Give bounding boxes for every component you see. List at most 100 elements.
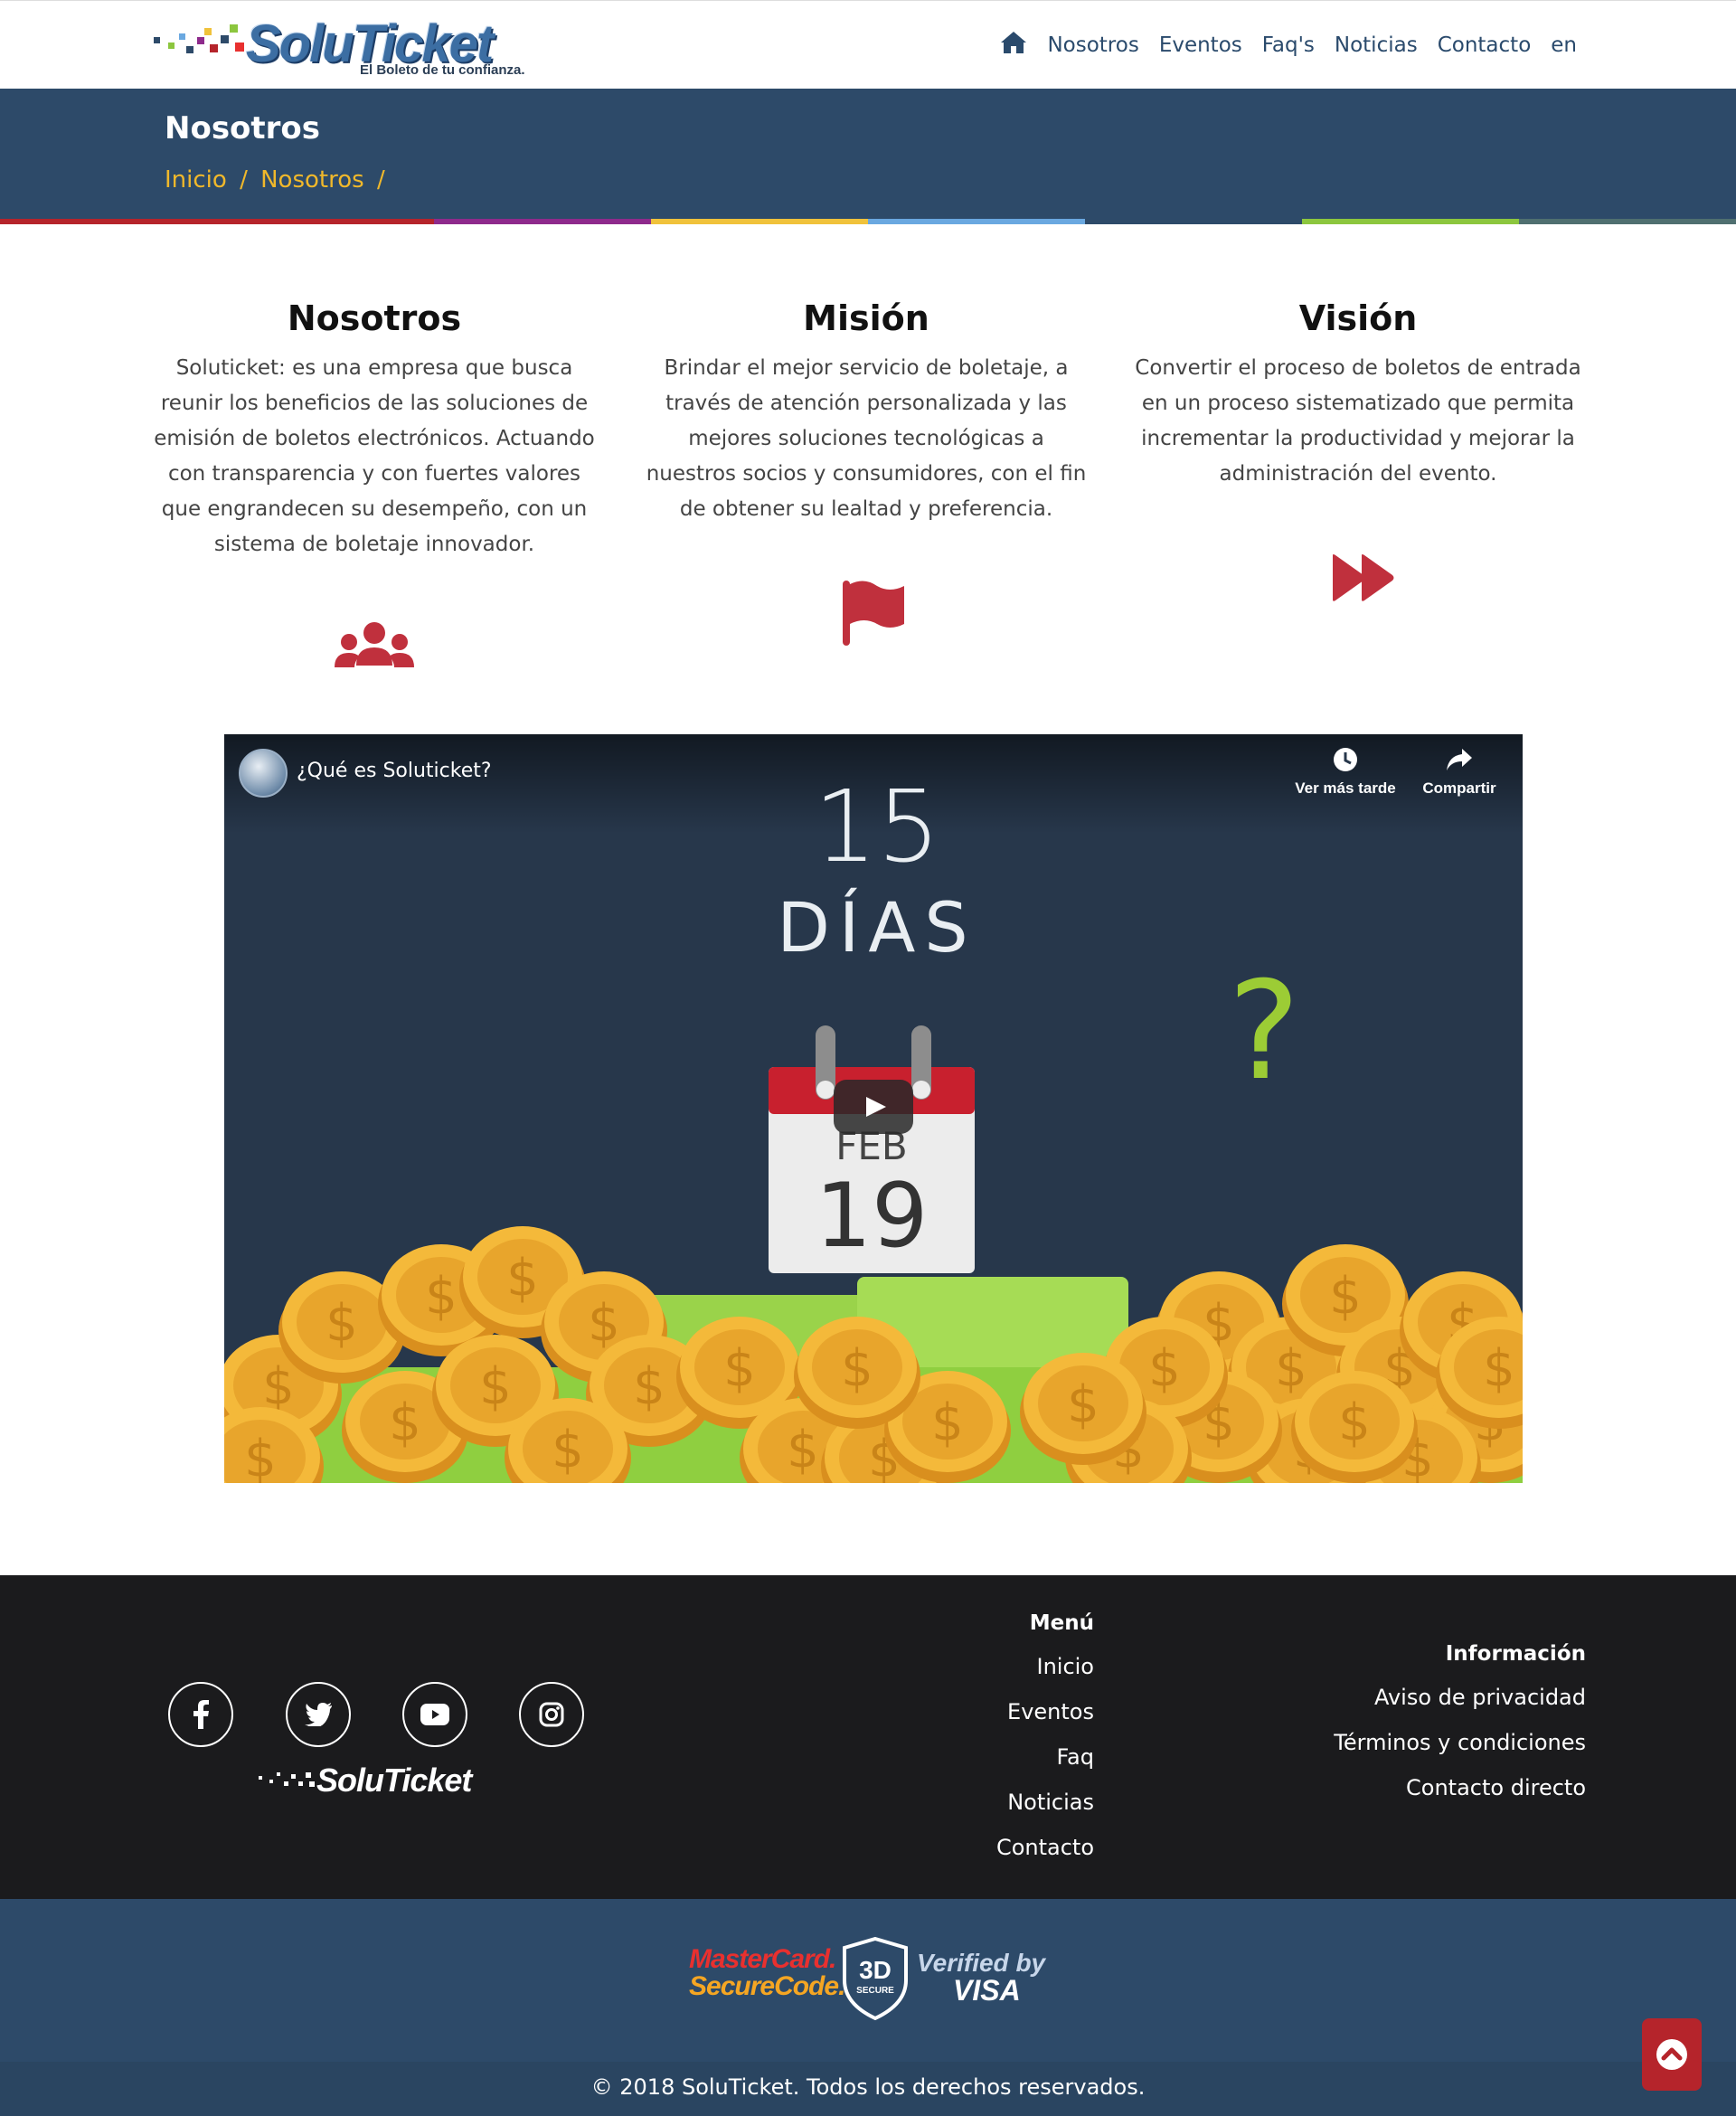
video-title[interactable]: ¿Qué es Soluticket? — [297, 760, 492, 782]
vision-text: Convertir el proceso de boletos de entra… — [1135, 356, 1581, 486]
mastercard-securecode-logo: MasterCard. SecureCode. — [689, 1944, 845, 2001]
stripe-segment — [434, 219, 651, 224]
video-player[interactable]: 15 DÍAS ? FEB 19 $ $ $ $ $ $ $ $ $ $ $ $ $ $ $ $ $ $ $ $ $ $ $… — [224, 734, 1523, 1483]
scene-days-word: DÍAS — [777, 887, 976, 968]
scene-question-mark: ? — [1228, 953, 1300, 1110]
coin-graphic: $ — [1067, 1375, 1099, 1434]
page-banner: Nosotros Inicio / Nosotros / — [0, 89, 1736, 224]
copyright-bar: © 2018 SoluTicket. Todos los derechos re… — [0, 2062, 1736, 2116]
about-text: Soluticket: es una empresa que busca reu… — [154, 356, 595, 556]
footer-logo-pixels — [259, 1772, 315, 1787]
facebook-icon[interactable] — [168, 1682, 233, 1747]
language-switch[interactable]: en — [1551, 33, 1577, 57]
copyright-text: © 2018 SoluTicket. Todos los derechos re… — [590, 2074, 1146, 2100]
verified-by-visa-logo: Verified by VISA — [917, 1949, 1046, 2007]
coin-graphic: $ — [326, 1294, 358, 1353]
stripe-segment — [651, 219, 868, 224]
coin-graphic: $ — [425, 1267, 458, 1326]
stripe-segment — [1519, 219, 1736, 224]
flag-icon — [843, 581, 904, 646]
footer-link-privacy[interactable]: Aviso de privacidad — [1334, 1675, 1586, 1720]
page-title: Nosotros — [165, 110, 321, 146]
scene-days-number: 15 — [814, 769, 940, 884]
coin-graphic: $ — [389, 1393, 421, 1452]
fast-forward-icon — [1333, 554, 1394, 601]
breadcrumb-current[interactable]: Nosotros — [260, 166, 364, 194]
footer-link-noticias[interactable]: Noticias — [996, 1780, 1094, 1825]
footer-info: Información Aviso de privacidad Términos… — [1334, 1642, 1586, 1810]
share-icon — [1447, 749, 1472, 770]
footer-link-inicio[interactable]: Inicio — [996, 1644, 1094, 1689]
play-button[interactable] — [834, 1080, 913, 1134]
nav-faqs[interactable]: Faq's — [1262, 33, 1315, 57]
youtube-icon[interactable] — [402, 1682, 467, 1747]
share-label: Compartir — [1422, 779, 1496, 797]
mission-text: Brindar el mejor servicio de boletaje, a… — [646, 356, 1087, 521]
3d-label: 3D — [859, 1956, 892, 1984]
footer-logo-text: SoluTicket — [316, 1762, 472, 1799]
secure-label: SECURE — [856, 1986, 894, 1996]
top-navbar: SoluTicket El Boleto de tu confianza. No… — [0, 0, 1736, 89]
clock-icon — [1334, 748, 1357, 771]
stripe-segment — [1302, 219, 1519, 224]
breadcrumb-separator: / — [376, 166, 385, 194]
payment-badges: MasterCard. SecureCode. 3D SECURE Verifi… — [0, 1899, 1736, 2062]
footer-link-direct-contact[interactable]: Contacto directo — [1334, 1765, 1586, 1810]
coin-graphic: $ — [1483, 1339, 1515, 1398]
watch-later-label: Ver más tarde — [1295, 779, 1396, 797]
watch-later-button[interactable]: Ver más tarde — [1291, 747, 1400, 798]
coin-graphic: $ — [479, 1357, 512, 1416]
vision-column: Visión Convertir el proceso de boletos d… — [1132, 298, 1584, 492]
breadcrumb: Inicio / Nosotros / — [165, 166, 391, 194]
footer-link-faq[interactable]: Faq — [996, 1734, 1094, 1780]
about-heading: Nosotros — [287, 298, 462, 338]
twitter-icon[interactable] — [286, 1682, 351, 1747]
coin-graphic: $ — [787, 1421, 819, 1479]
main-nav: Nosotros Eventos Faq's Noticias Contacto… — [1000, 30, 1577, 61]
3d-secure-shield-icon: 3D SECURE — [843, 1937, 908, 2020]
home-icon[interactable] — [1000, 30, 1027, 61]
breadcrumb-separator: / — [240, 166, 248, 194]
coin-graphic: $ — [262, 1357, 295, 1416]
nav-nosotros[interactable]: Nosotros — [1047, 33, 1138, 57]
nav-contacto[interactable]: Contacto — [1438, 33, 1532, 57]
coin-graphic: $ — [931, 1393, 964, 1452]
stripe-segment — [1085, 219, 1302, 224]
mission-column: Misión Brindar el mejor servicio de bole… — [640, 298, 1092, 527]
share-button[interactable]: Compartir — [1405, 747, 1514, 798]
coin-graphic: $ — [552, 1421, 584, 1479]
breadcrumb-home[interactable]: Inicio — [165, 166, 227, 194]
chevron-up-circle-icon — [1656, 2039, 1687, 2070]
coin-graphic: $ — [506, 1249, 539, 1308]
stripe-segment — [868, 219, 1085, 224]
mission-heading: Misión — [803, 298, 929, 338]
coin-graphic: $ — [633, 1357, 665, 1416]
coin-graphic: $ — [244, 1430, 277, 1483]
footer-menu: Menú Inicio Eventos Faq Noticias Contact… — [996, 1611, 1094, 1870]
stripe-segment — [0, 219, 217, 224]
users-icon — [335, 622, 414, 667]
coin-graphic: $ — [841, 1339, 873, 1398]
footer-link-contacto[interactable]: Contacto — [996, 1825, 1094, 1870]
coin-graphic: $ — [1329, 1267, 1362, 1326]
footer-info-title: Información — [1445, 1642, 1586, 1666]
scroll-to-top-button[interactable] — [1642, 2018, 1702, 2091]
site-footer: SoluTicket Menú Inicio Eventos Faq Notic… — [0, 1575, 1736, 1899]
footer-menu-title: Menú — [1029, 1611, 1094, 1635]
instagram-icon[interactable] — [519, 1682, 584, 1747]
channel-avatar[interactable] — [239, 749, 288, 798]
stripe-segment — [217, 219, 434, 224]
coin-graphic: $ — [1338, 1393, 1371, 1452]
scene-day: 19 — [816, 1165, 929, 1268]
footer-link-eventos[interactable]: Eventos — [996, 1689, 1094, 1734]
nav-noticias[interactable]: Noticias — [1335, 33, 1418, 57]
logo[interactable]: SoluTicket El Boleto de tu confianza. — [152, 15, 541, 80]
logo-tagline: El Boleto de tu confianza. — [360, 62, 525, 78]
nav-eventos[interactable]: Eventos — [1159, 33, 1242, 57]
coin-graphic: $ — [1148, 1339, 1181, 1398]
vision-heading: Visión — [1298, 298, 1418, 338]
coin-graphic: $ — [1275, 1339, 1307, 1398]
about-column: Nosotros Soluticket: es una empresa que … — [148, 298, 600, 562]
color-stripe-bottom — [0, 219, 1736, 224]
footer-link-terms[interactable]: Términos y condiciones — [1334, 1720, 1586, 1765]
